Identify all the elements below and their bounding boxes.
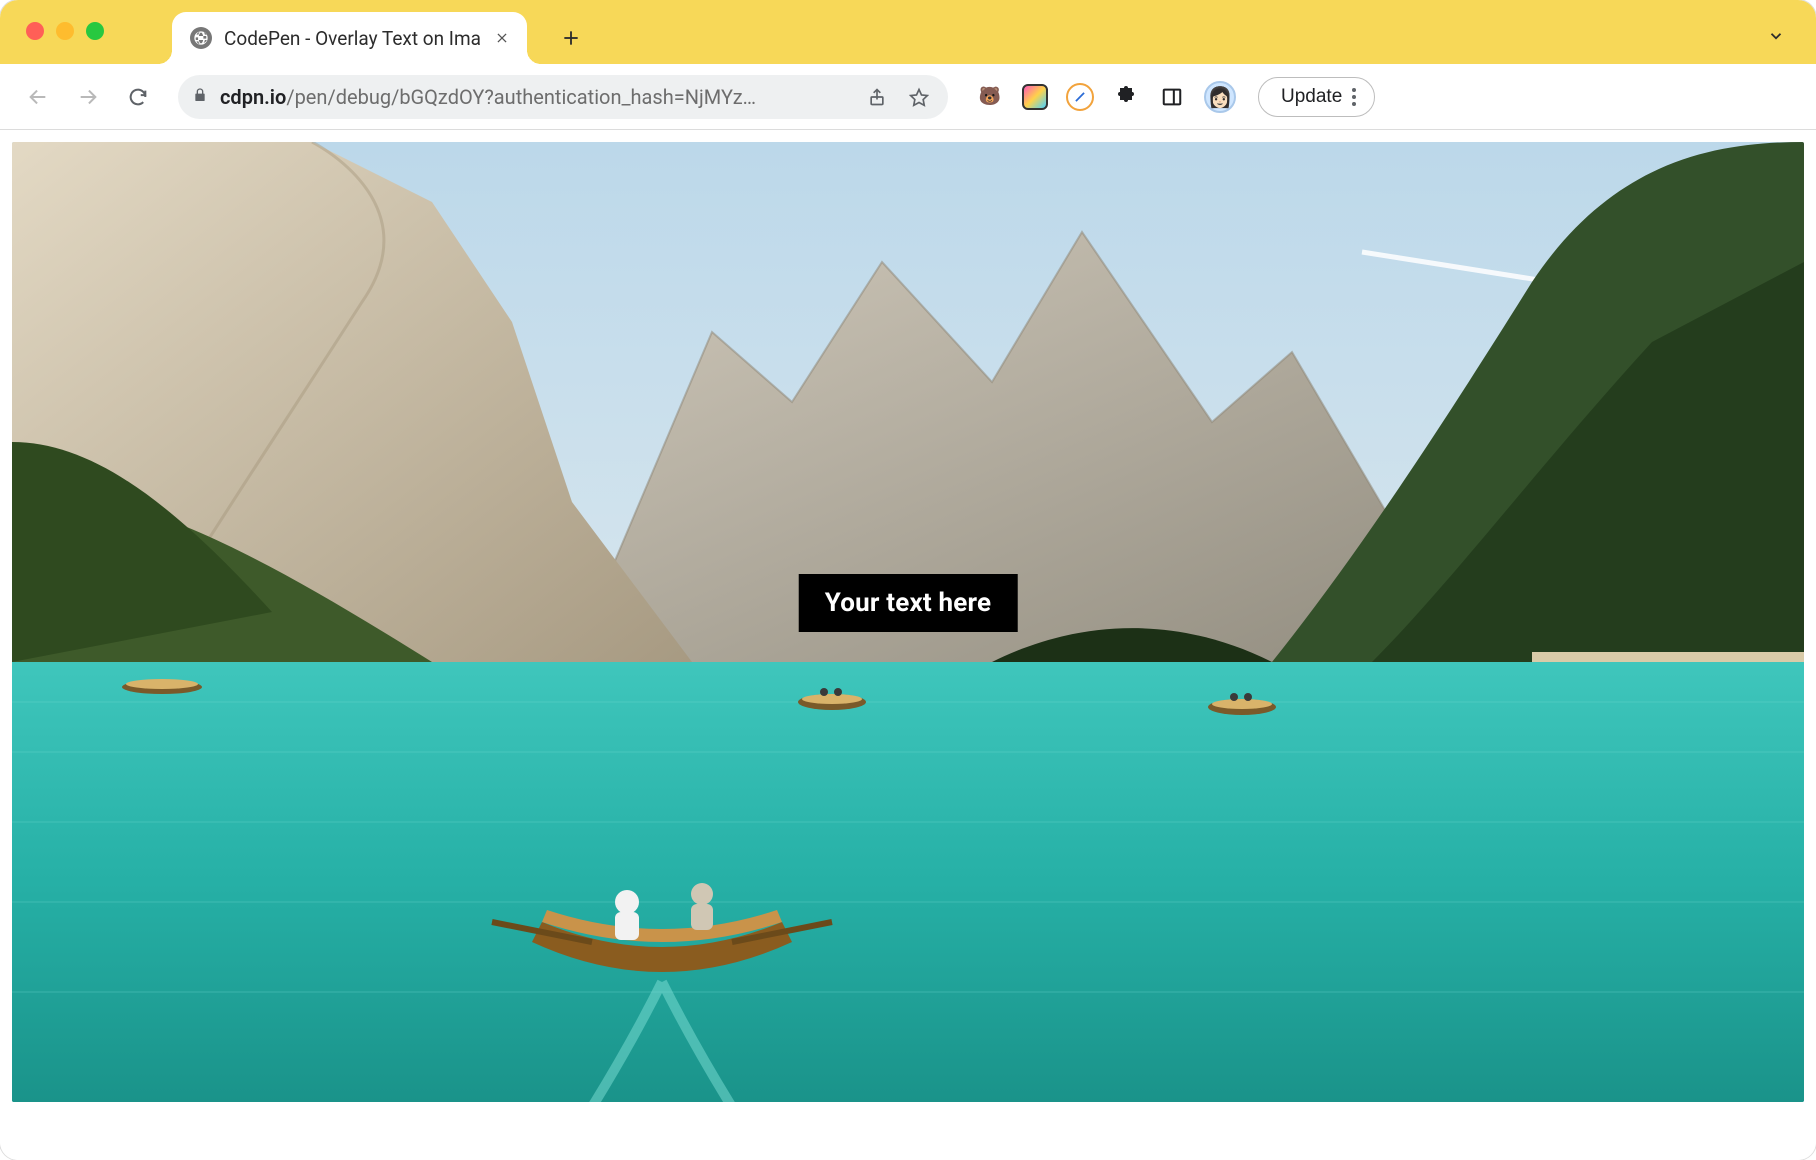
titlebar: CodePen - Overlay Text on Ima [0,0,1816,64]
globe-icon [190,27,212,49]
bear-extension-icon[interactable]: 🐻 [976,83,1004,111]
overlay-text: Your text here [825,588,992,618]
update-label: Update [1281,86,1342,108]
window-controls [26,22,104,40]
new-tab-button[interactable] [551,18,591,58]
url-text: cdpn.io/pen/debug/bGQzdOY?authentication… [220,85,850,109]
window-close[interactable] [26,22,44,40]
url-path: /pen/debug/bGQzdOY?authentication_hash=N… [286,85,756,109]
bookmark-button[interactable] [904,87,934,107]
share-button[interactable] [862,87,892,107]
side-panel-button[interactable] [1158,83,1186,111]
profile-avatar[interactable]: 👩🏻 [1204,81,1236,113]
tabs-dropdown-button[interactable] [1762,22,1790,50]
window-minimize[interactable] [56,22,74,40]
overlay-text-box: Your text here [799,574,1018,632]
url-host: cdpn.io [220,85,286,109]
lock-icon [192,87,208,107]
extensions-button[interactable] [1112,83,1140,111]
back-button[interactable] [18,77,58,117]
window-maximize[interactable] [86,22,104,40]
tab-close-button[interactable] [493,29,511,47]
kebab-menu-icon [1352,88,1356,106]
tab-title: CodePen - Overlay Text on Ima [224,27,481,50]
page-viewport: Your text here [0,130,1816,1160]
forward-button[interactable] [68,77,108,117]
hero-image: Your text here [12,142,1804,1102]
compass-extension-icon[interactable] [1066,83,1094,111]
extension-icons: 🐻 👩🏻 [976,81,1236,113]
reload-button[interactable] [118,77,158,117]
colorpicker-extension-icon[interactable] [1022,84,1048,110]
update-button[interactable]: Update [1258,77,1375,117]
toolbar: cdpn.io/pen/debug/bGQzdOY?authentication… [0,64,1816,130]
address-bar[interactable]: cdpn.io/pen/debug/bGQzdOY?authentication… [178,75,948,119]
browser-tab[interactable]: CodePen - Overlay Text on Ima [172,12,527,64]
